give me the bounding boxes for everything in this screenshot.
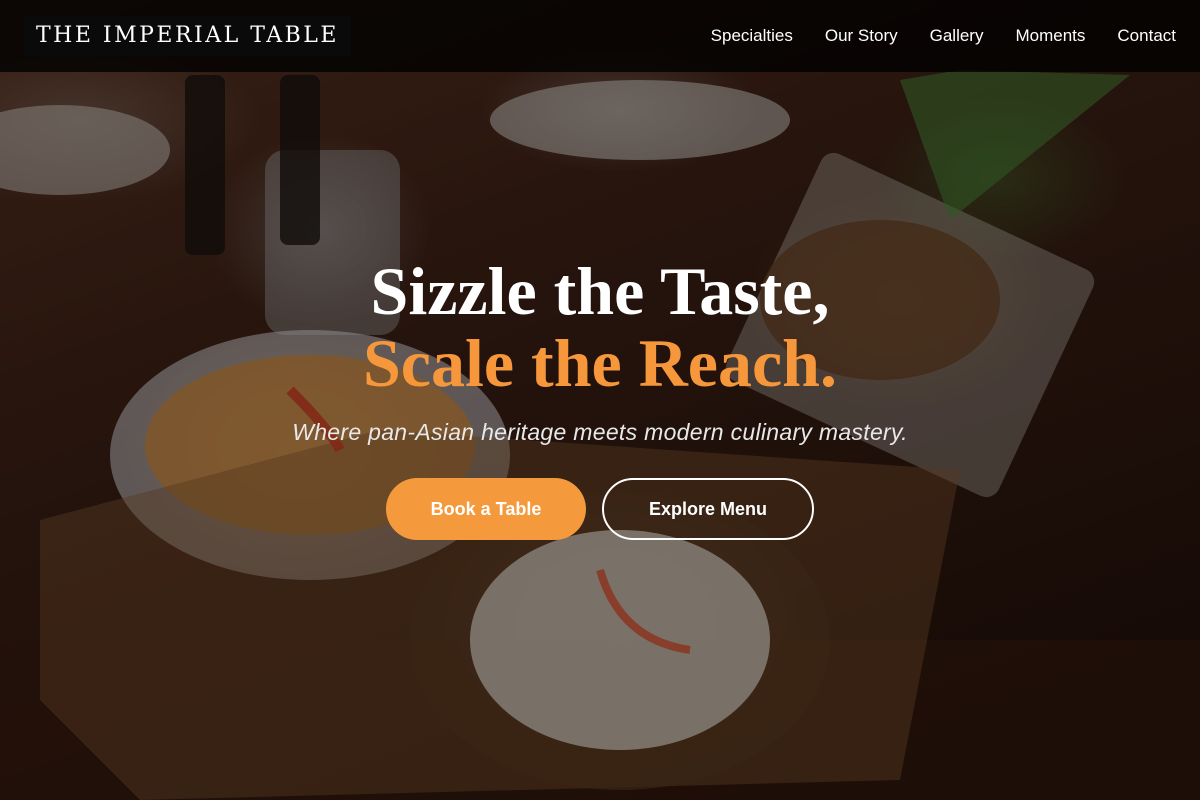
explore-menu-button[interactable]: Explore Menu <box>602 478 814 540</box>
nav-item-contact[interactable]: Contact <box>1117 26 1176 46</box>
nav-item-moments[interactable]: Moments <box>1015 26 1085 46</box>
book-table-button[interactable]: Book a Table <box>386 478 586 540</box>
main-nav: Specialties Our Story Gallery Moments Co… <box>711 26 1176 46</box>
nav-item-specialties[interactable]: Specialties <box>711 26 793 46</box>
nav-item-gallery[interactable]: Gallery <box>930 26 984 46</box>
hero-content: Sizzle the Taste, Scale the Reach. Where… <box>0 255 1200 540</box>
top-navigation-bar: THE IMPERIAL TABLE Specialties Our Story… <box>0 0 1200 72</box>
brand-logo[interactable]: THE IMPERIAL TABLE <box>24 16 351 56</box>
hero-headline: Sizzle the Taste, Scale the Reach. <box>0 255 1200 399</box>
headline-line-1: Sizzle the Taste, <box>370 253 830 329</box>
headline-line-2: Scale the Reach. <box>362 325 837 401</box>
hero-tagline: Where pan-Asian heritage meets modern cu… <box>292 419 908 445</box>
nav-item-our-story[interactable]: Our Story <box>825 26 898 46</box>
cta-group: Book a Table Explore Menu <box>0 478 1200 540</box>
